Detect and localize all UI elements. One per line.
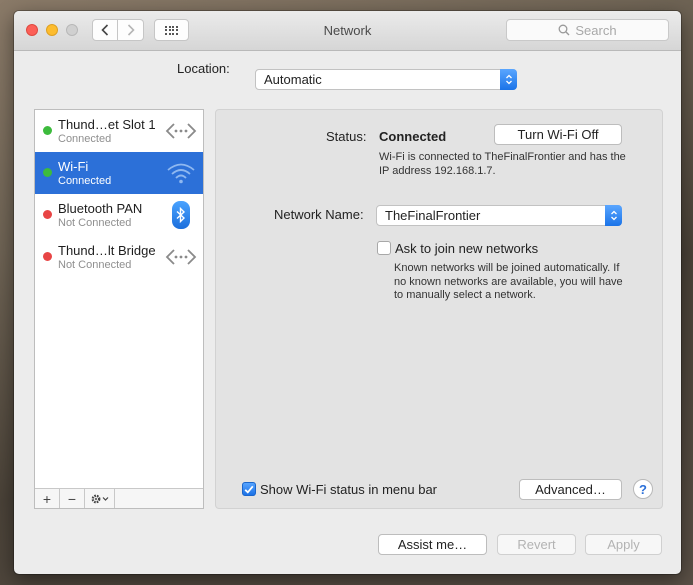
- assist-me-button[interactable]: Assist me…: [378, 534, 487, 555]
- service-list: Thund…et Slot 1 Connected Wi-Fi Connecte…: [34, 109, 204, 509]
- search-field[interactable]: Search: [506, 19, 669, 41]
- service-status: Connected: [58, 175, 112, 187]
- ethernet-icon: [165, 244, 197, 270]
- apply-button[interactable]: Apply: [585, 534, 662, 555]
- network-name-value: TheFinalFrontier: [385, 208, 481, 223]
- help-button[interactable]: ?: [633, 479, 653, 499]
- ask-join-checkbox[interactable]: [377, 241, 391, 255]
- status-description: Wi-Fi is connected to TheFinalFrontier a…: [379, 151, 626, 177]
- ethernet-icon: [165, 118, 197, 144]
- service-status: Connected: [58, 133, 112, 145]
- location-label: Location:: [177, 61, 230, 76]
- service-name: Wi-Fi: [58, 159, 89, 174]
- service-item-bluetooth-pan[interactable]: Bluetooth PAN Not Connected: [35, 194, 203, 236]
- action-menu-button[interactable]: [85, 489, 115, 508]
- service-list-controls: + −: [35, 488, 203, 508]
- service-status: Not Connected: [58, 217, 132, 229]
- advanced-button[interactable]: Advanced…: [519, 479, 622, 500]
- status-dot: [43, 126, 52, 135]
- service-item-thunderbolt-bridge[interactable]: Thund…lt Bridge Not Connected: [35, 236, 203, 278]
- popup-arrows-icon: [500, 69, 517, 90]
- ask-join-description: Known networks will be joined automatica…: [394, 262, 623, 301]
- title-bar: Network Search: [14, 11, 681, 51]
- search-placeholder: Search: [575, 22, 617, 38]
- location-popup[interactable]: Automatic: [255, 69, 517, 90]
- add-service-button[interactable]: +: [35, 489, 60, 508]
- show-status-checkbox[interactable]: [242, 482, 256, 496]
- popup-arrows-icon: [605, 205, 622, 226]
- remove-service-button[interactable]: −: [60, 489, 85, 508]
- show-status-label: Show Wi-Fi status in menu bar: [260, 482, 438, 497]
- status-dot: [43, 252, 52, 261]
- network-name-popup[interactable]: TheFinalFrontier: [376, 205, 622, 226]
- service-name: Thund…lt Bridge: [58, 243, 156, 258]
- bluetooth-icon: [165, 201, 197, 229]
- gear-icon: [91, 494, 108, 503]
- search-icon: [558, 24, 570, 36]
- turn-wifi-off-button[interactable]: Turn Wi-Fi Off: [494, 124, 622, 145]
- revert-button[interactable]: Revert: [497, 534, 576, 555]
- service-status: Not Connected: [58, 259, 132, 271]
- status-value: Connected: [379, 129, 447, 144]
- status-label: Status:: [326, 129, 367, 144]
- location-value: Automatic: [264, 72, 322, 87]
- service-name: Thund…et Slot 1: [58, 117, 156, 132]
- network-name-label: Network Name:: [274, 207, 364, 222]
- service-item-wifi[interactable]: Wi-Fi Connected: [35, 152, 203, 194]
- ask-join-label: Ask to join new networks: [395, 241, 539, 256]
- status-dot: [43, 210, 52, 219]
- wifi-icon: [165, 160, 197, 186]
- service-item-thunderbolt-ethernet[interactable]: Thund…et Slot 1 Connected: [35, 110, 203, 152]
- checkmark-icon: [244, 485, 254, 494]
- status-dot: [43, 168, 52, 177]
- service-name: Bluetooth PAN: [58, 201, 143, 216]
